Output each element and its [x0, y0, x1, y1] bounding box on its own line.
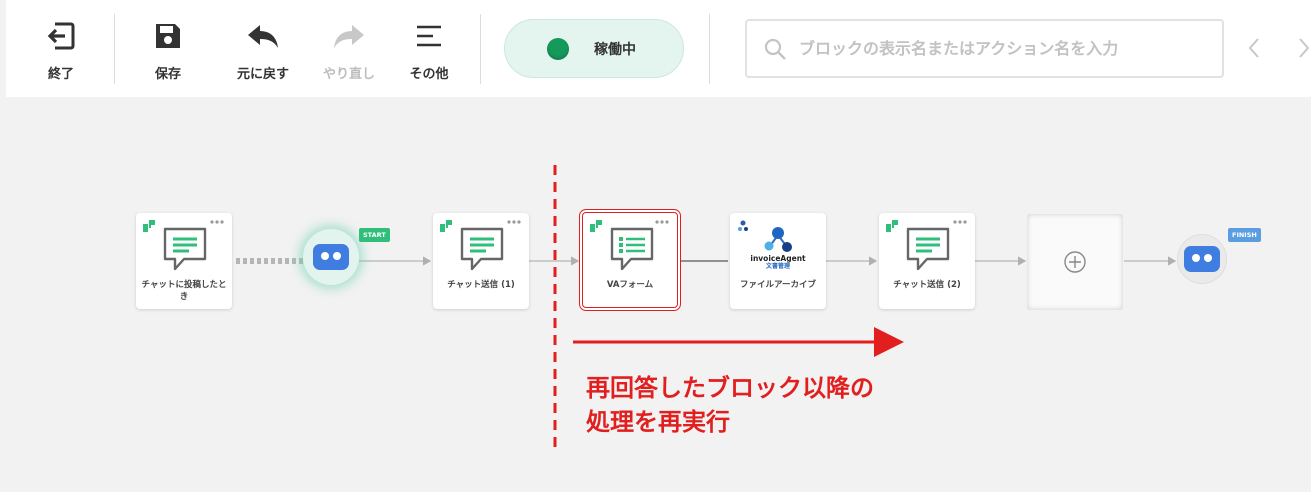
- chat-message-icon: [460, 227, 504, 271]
- status-toggle[interactable]: 稼働中: [504, 19, 684, 78]
- add-block-button[interactable]: [1027, 214, 1123, 310]
- exit-button[interactable]: 終了: [44, 0, 78, 97]
- annotation-line-1: 再回答したブロック以降の: [586, 374, 874, 402]
- toolbar-separator: [480, 14, 481, 84]
- undo-button[interactable]: 元に戻す: [232, 0, 294, 97]
- flow-canvas: チャットに投稿したとき START チャット送信 (1) VAフォーム invo…: [0, 97, 1311, 492]
- annotation-line-2: 処理を再実行: [586, 408, 730, 436]
- flow-node-chat-send-1[interactable]: チャット送信 (1): [433, 213, 529, 309]
- toolbar-separator: [709, 14, 710, 84]
- start-node[interactable]: [303, 229, 359, 285]
- status-indicator-icon: [547, 37, 569, 60]
- more-options-icon[interactable]: [655, 220, 669, 224]
- invoice-agent-small-logo-icon: [738, 220, 748, 231]
- toolbar-separator: [114, 14, 115, 84]
- invoice-agent-logo-subtitle: 文書管理: [765, 263, 790, 270]
- more-options-icon[interactable]: [507, 220, 521, 224]
- exit-icon: [43, 18, 79, 54]
- bot-icon: [313, 244, 349, 270]
- node-label: VAフォーム: [606, 280, 654, 290]
- finish-node[interactable]: [1177, 234, 1227, 284]
- save-icon: [150, 18, 186, 54]
- flow-node-chat-trigger[interactable]: チャットに投稿したとき: [136, 213, 232, 309]
- redo-icon: [331, 18, 367, 54]
- node-label: チャット送信 (1): [447, 280, 515, 290]
- app-logo-icon: [590, 220, 602, 232]
- redo-button[interactable]: やり直し: [318, 0, 380, 97]
- more-options-icon[interactable]: [210, 220, 224, 224]
- annotation-text: 再回答したブロック以降の 処理を再実行: [586, 371, 874, 439]
- invoice-agent-logo-title: invoiceAgent: [750, 254, 806, 263]
- flow-node-chat-send-2[interactable]: チャット送信 (2): [879, 213, 975, 309]
- save-button[interactable]: 保存: [151, 0, 185, 97]
- chevron-left-icon[interactable]: [1246, 36, 1262, 60]
- invoice-agent-logo-icon: [764, 227, 792, 252]
- toolbar: 終了 保存 元に戻す やり直し その他 稼働中 ブロックの表示名またはアクション…: [6, 0, 1311, 97]
- chat-message-icon: [906, 227, 950, 271]
- exit-label: 終了: [47, 67, 74, 82]
- more-label: その他: [409, 67, 449, 82]
- node-label: チャットに投稿したとき: [141, 280, 227, 302]
- more-button[interactable]: その他: [406, 0, 452, 97]
- flow-node-va-form[interactable]: VAフォーム: [582, 212, 678, 308]
- flow-node-file-archive[interactable]: invoiceAgent 文書管理 ファイルアーカイブ: [730, 213, 826, 309]
- bot-icon: [1184, 246, 1220, 272]
- plus-circle-icon: [1064, 251, 1086, 273]
- node-label: チャット送信 (2): [893, 280, 961, 290]
- app-logo-icon: [143, 220, 155, 232]
- save-label: 保存: [154, 67, 181, 82]
- undo-label: 元に戻す: [236, 67, 289, 82]
- app-logo-icon: [440, 220, 452, 232]
- app-logo-icon: [886, 220, 898, 232]
- search-field: [745, 19, 1224, 78]
- node-label: ファイルアーカイブ: [740, 280, 816, 290]
- form-list-icon: [610, 227, 654, 271]
- undo-icon: [245, 18, 281, 54]
- chevron-right-icon[interactable]: [1296, 36, 1311, 60]
- redo-label: やり直し: [322, 67, 375, 82]
- more-options-icon[interactable]: [953, 220, 967, 224]
- status-label: 稼働中: [594, 41, 636, 58]
- chat-message-icon: [163, 227, 207, 271]
- finish-tag: FINISH: [1228, 228, 1261, 242]
- menu-icon: [411, 18, 447, 54]
- start-tag: START: [359, 228, 390, 242]
- search-input[interactable]: [797, 38, 1211, 59]
- search-icon: [764, 38, 786, 60]
